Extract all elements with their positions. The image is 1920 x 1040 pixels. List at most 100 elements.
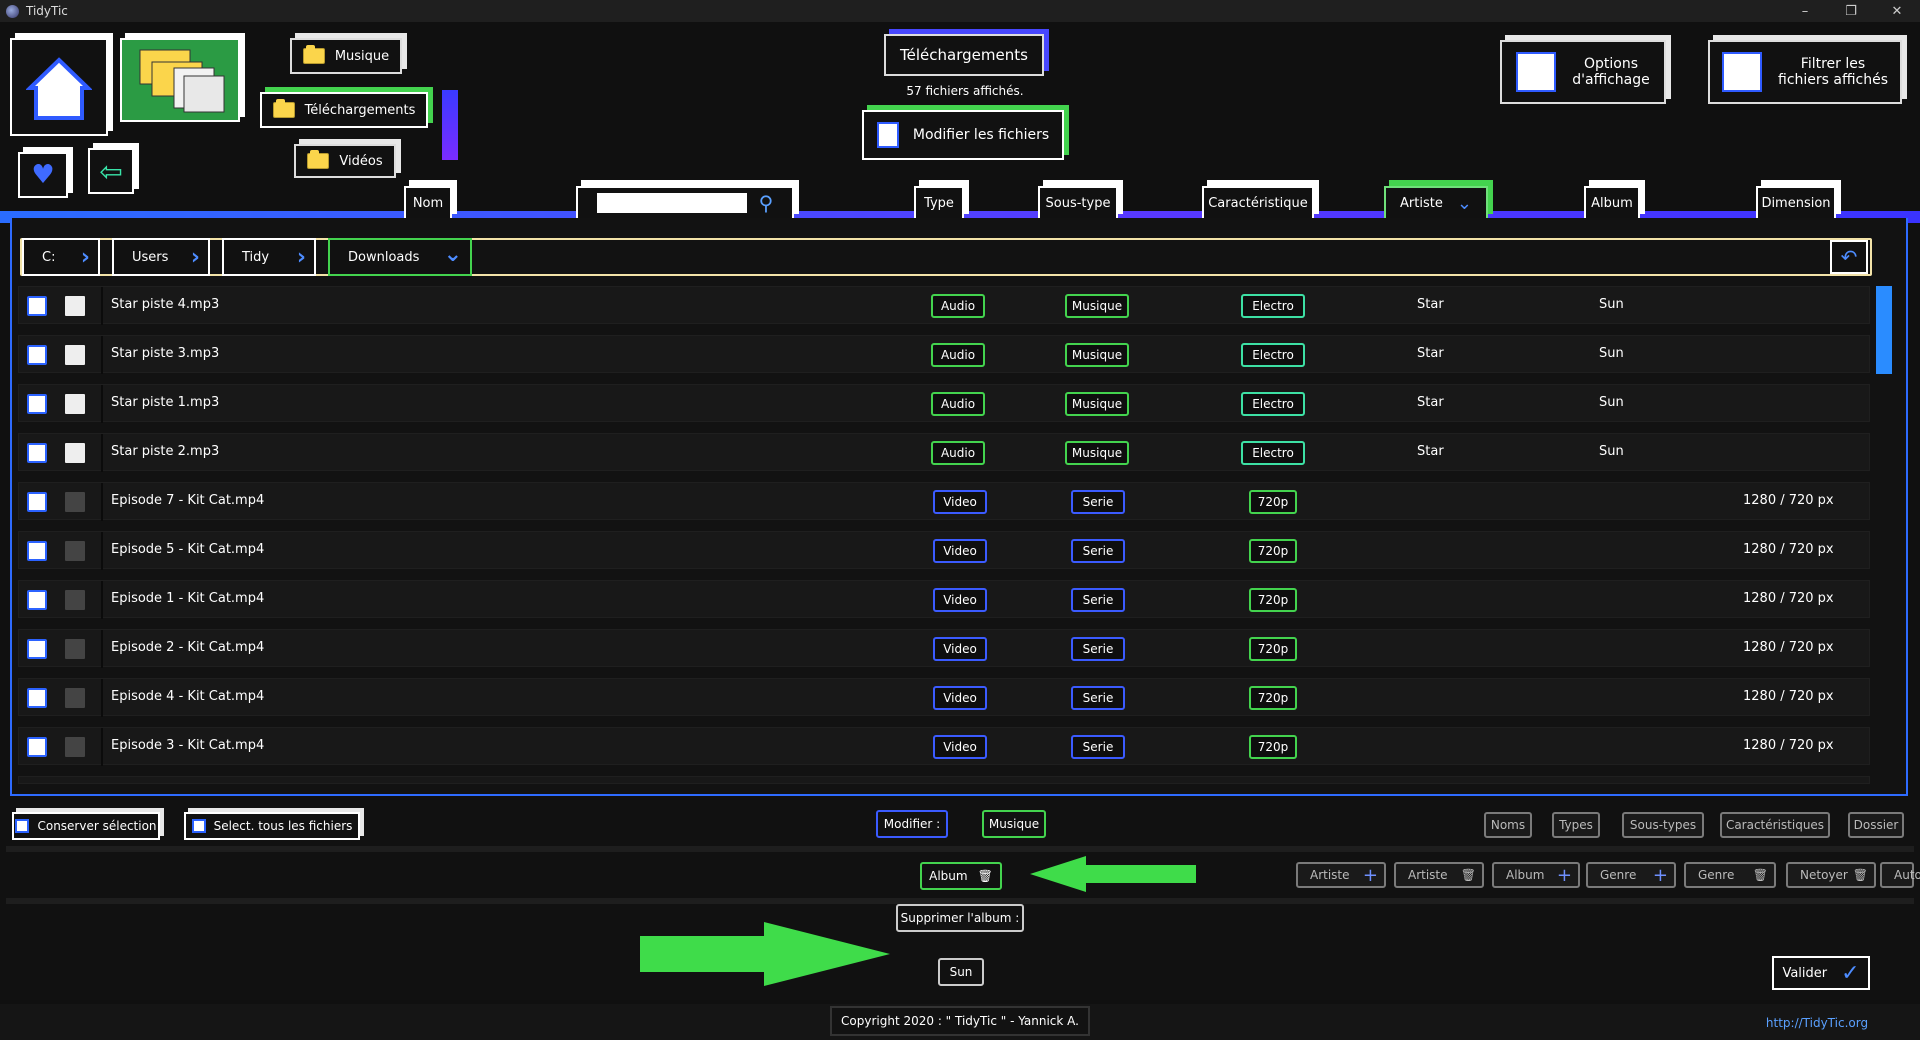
characteristic-badge: 720p [1249,539,1297,563]
table-row[interactable]: Episode 2 - Kit Cat.mp4 Video Serie 720p 128… [18,629,1870,668]
column-artiste[interactable]: Artiste ⌄ [1384,186,1488,220]
column-dimension[interactable]: Dimension [1756,186,1836,220]
undo-button[interactable]: ↶ [1830,240,1868,274]
table-row[interactable]: Star piste 1.mp3 Audio Musique Electro Star S… [18,384,1870,423]
tool-auto-button[interactable]: Auto [1880,862,1920,888]
row-checkbox[interactable] [27,541,47,561]
tool-artiste-button[interactable]: Artiste + [1296,862,1386,888]
files-copy-icon [139,49,225,113]
file-name: Episode 1 - Kit Cat.mp4 [111,591,265,606]
nav-telechargements-button[interactable]: Téléchargements [260,92,428,128]
delete-album-label-box: Supprimer l'album : [896,904,1024,932]
subtype-badge: Serie [1071,735,1125,759]
close-button[interactable]: ✕ [1874,0,1920,22]
edit-document-icon [876,122,899,148]
row-checkbox[interactable] [27,443,47,463]
characteristic-badge: Electro [1241,294,1305,318]
minimize-button[interactable]: – [1782,0,1828,22]
toggle-noms-button[interactable]: Noms [1484,812,1532,838]
row-separator [101,287,103,325]
table-row[interactable]: Episode 3 - Kit Cat.mp4 Video Serie 720p 128… [18,727,1870,766]
column-caracteristique[interactable]: Caractéristique [1202,186,1314,220]
row-checkbox[interactable] [27,590,47,610]
display-settings-icon [1516,52,1557,92]
trash-icon: 🗑 [977,869,993,883]
back-button[interactable]: ⇦ [88,148,134,194]
tool-album-button[interactable]: Album + [1492,862,1580,888]
type-badge: Audio [931,392,985,416]
table-row[interactable]: Episode 4 - Kit Cat.mp4 Video Serie 720p 128… [18,678,1870,717]
characteristic-badge: 720p [1249,735,1297,759]
tool-netoyer-button[interactable]: Netoyer 🗑 [1786,862,1876,888]
breadcrumb-item-c[interactable]: C: › [22,238,100,276]
copy-files-button[interactable] [120,38,240,122]
tool-artiste-button[interactable]: Artiste 🗑 [1394,862,1484,888]
tool-label: Auto [1894,868,1920,882]
breadcrumb-item-downloads[interactable]: Downloads ⌄ [328,238,472,276]
row-checkbox[interactable] [27,296,47,316]
table-row[interactable] [18,776,1870,784]
table-row[interactable]: Star piste 3.mp3 Audio Musique Electro Star S… [18,335,1870,374]
scrollbar-thumb[interactable] [1876,286,1892,374]
tool-genre-button[interactable]: Genre + [1586,862,1676,888]
restore-button[interactable]: ❐ [1828,0,1874,22]
plus-icon: + [1652,864,1668,886]
nav-musique-button[interactable]: Musique [290,38,402,74]
row-checkbox[interactable] [27,394,47,414]
mode-musique-button[interactable]: Musique [982,810,1046,838]
filter-files-button[interactable]: Filtrer les fichiers affichés [1708,40,1902,104]
column-soustype[interactable]: Sous-type [1038,186,1118,220]
toggle-types-button[interactable]: Types [1552,812,1600,838]
breadcrumb-item-tidy[interactable]: Tidy › [222,238,316,276]
column-type[interactable]: Type [914,186,964,220]
characteristic-badge: 720p [1249,490,1297,514]
album-cell: Sun [1599,395,1624,410]
type-badge: Video [933,686,987,710]
home-button[interactable] [10,38,108,136]
file-name: Star piste 3.mp3 [111,346,220,361]
search-input[interactable] [596,193,747,213]
modify-label-box: Modifier : [876,810,948,838]
characteristic-badge: 720p [1249,588,1297,612]
table-row[interactable]: Episode 7 - Kit Cat.mp4 Video Serie 720p 128… [18,482,1870,521]
nav-videos-button[interactable]: Vidéos [294,144,396,178]
toggle-caractristiques-button[interactable]: Caractéristiques [1720,812,1830,838]
file-name: Episode 2 - Kit Cat.mp4 [111,640,265,655]
checkbox-icon [191,819,206,833]
website-link[interactable]: http://TidyTic.org [1752,1010,1882,1036]
keep-selection-button[interactable]: Conserver sélection [12,812,160,840]
column-nom[interactable]: Nom [404,186,452,220]
breadcrumb-item-users[interactable]: Users › [112,238,210,276]
nav-videos-label: Vidéos [339,153,383,169]
copyright: Copyright 2020 : " TidyTic " - Yannick A… [830,1006,1090,1036]
album-edit-button[interactable]: Album 🗑 [920,862,1002,890]
file-name: Episode 4 - Kit Cat.mp4 [111,689,265,704]
display-options-button[interactable]: Options d'affichage [1500,40,1666,104]
search-box[interactable]: ⚲ [576,186,794,220]
current-folder-title: Téléchargements [884,34,1044,76]
plus-icon: + [1362,864,1378,886]
validate-button[interactable]: Valider ✓ [1772,956,1870,990]
file-thumbnail-icon [65,443,85,463]
table-row[interactable]: Star piste 2.mp3 Audio Musique Electro Star S… [18,433,1870,472]
table-row[interactable]: Episode 1 - Kit Cat.mp4 Video Serie 720p 128… [18,580,1870,619]
row-checkbox[interactable] [27,737,47,757]
favorites-button[interactable]: ♥ [18,152,68,198]
undo-icon: ↶ [1840,245,1858,269]
toggle-soustypes-button[interactable]: Sous-types [1622,812,1704,838]
row-checkbox[interactable] [27,688,47,708]
modify-files-label: Modifier les fichiers [912,127,1050,143]
subtype-badge: Serie [1071,637,1125,661]
table-row[interactable]: Star piste 4.mp3 Audio Musique Electro Star S… [18,286,1870,325]
toggle-dossier-button[interactable]: Dossier [1848,812,1904,838]
select-all-button[interactable]: Select. tous les fichiers [184,812,360,840]
album-value-button[interactable]: Sun [938,958,984,986]
modify-files-button[interactable]: Modifier les fichiers [862,110,1064,160]
table-row[interactable]: Episode 5 - Kit Cat.mp4 Video Serie 720p 128… [18,531,1870,570]
row-checkbox[interactable] [27,492,47,512]
tool-genre-button[interactable]: Genre 🗑 [1684,862,1776,888]
search-icon[interactable]: ⚲ [759,191,774,215]
row-checkbox[interactable] [27,639,47,659]
column-album[interactable]: Album [1584,186,1640,220]
row-checkbox[interactable] [27,345,47,365]
